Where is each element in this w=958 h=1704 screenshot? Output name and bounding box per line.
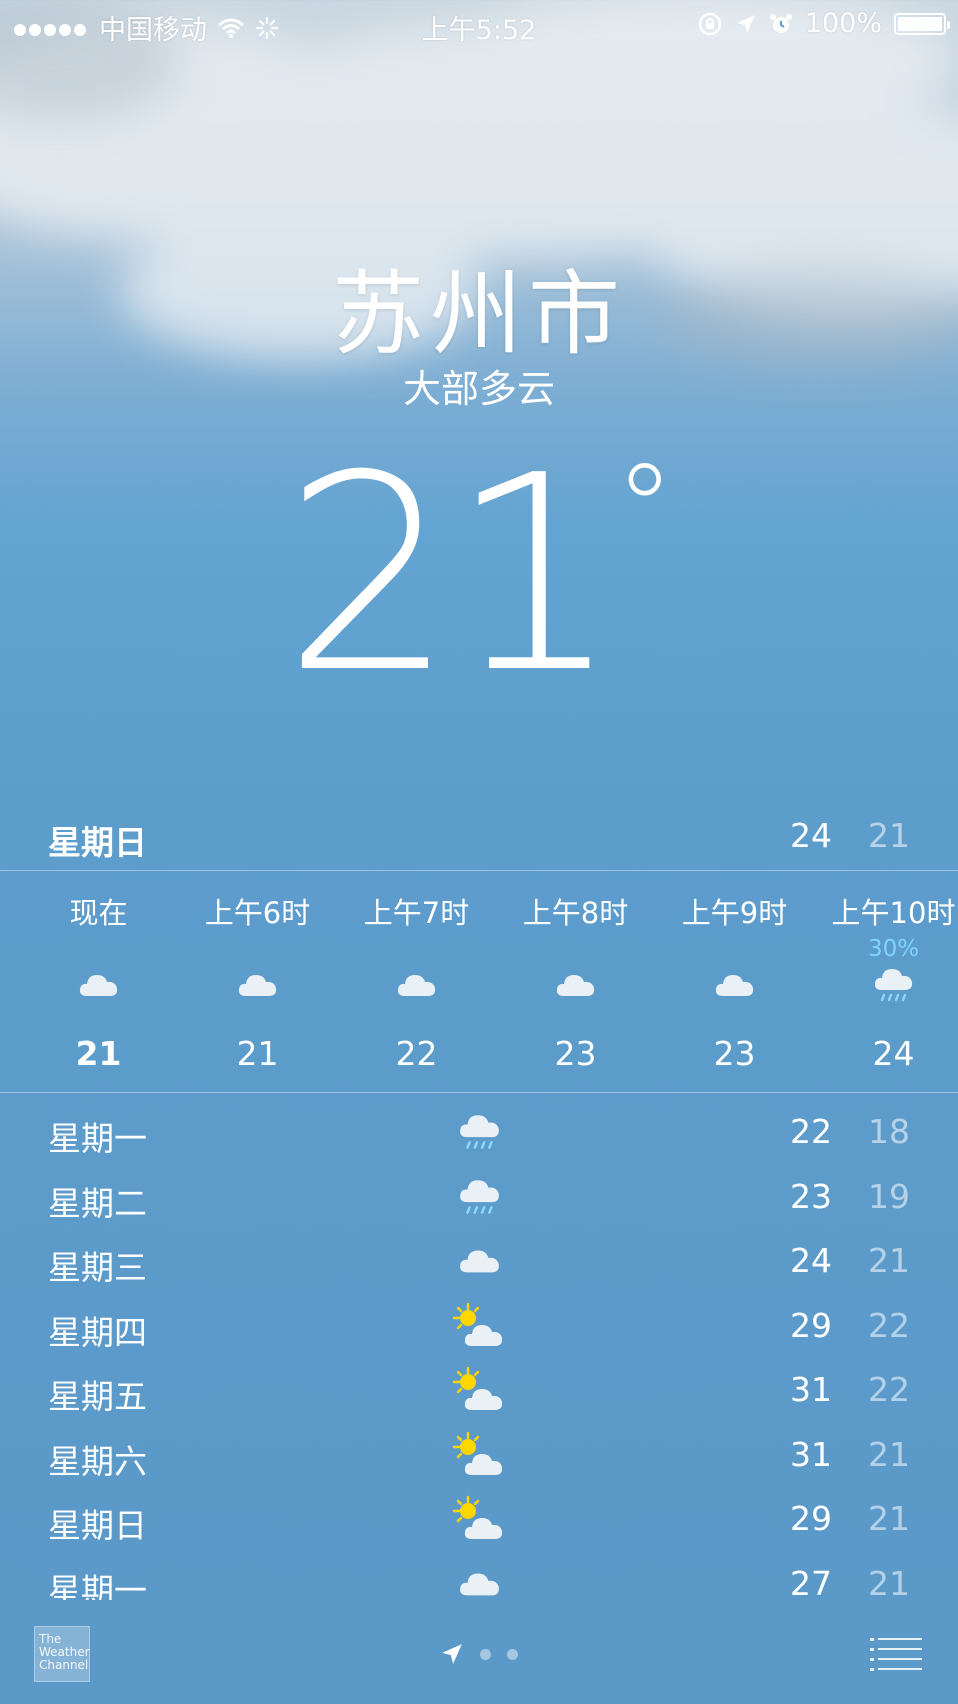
daily-forecast[interactable]: 星期一 22 18 星期二 23 19 星期三 24 21 星期四 29 22 星期五 31 22 星期六 31… (0, 1100, 958, 1600)
cloud-icon (711, 962, 759, 1010)
hourly-temp: 23 (554, 1034, 597, 1073)
precip-chance: 30% (867, 936, 920, 962)
hourly-temp: 23 (713, 1034, 756, 1073)
status-bar: 中国移动 上午5:52 100% (0, 0, 958, 48)
today-day: 星期日 (48, 823, 147, 862)
daily-row: 星期一 27 21 (0, 1552, 958, 1601)
daily-row: 星期五 31 22 (0, 1358, 958, 1420)
cloud-icon (450, 1560, 510, 1601)
daily-row: 星期日 29 21 (0, 1487, 958, 1549)
hourly-time: 上午9时 (681, 896, 788, 930)
hourly-temp: 21 (75, 1034, 122, 1073)
daily-low: 21 (868, 1563, 910, 1601)
battery-percent: 100% (804, 8, 882, 39)
daily-day: 星期六 (48, 1441, 147, 1481)
rotation-lock-icon (698, 12, 721, 35)
hourly-time: 现在 (69, 896, 128, 930)
daily-high: 27 (790, 1563, 832, 1601)
location-arrow-icon (442, 1644, 462, 1664)
partly-sunny-icon (450, 1431, 510, 1481)
divider (0, 1092, 958, 1093)
daily-day: 星期四 (48, 1312, 147, 1352)
location-arrow-icon (736, 14, 755, 33)
daily-high: 31 (790, 1434, 832, 1474)
daily-day: 星期一 (48, 1119, 147, 1158)
daily-row: 星期二 23 19 (0, 1165, 958, 1227)
daily-day: 星期三 (48, 1248, 147, 1287)
cloud-icon (75, 962, 123, 1010)
cloud-icon (450, 1237, 510, 1287)
hourly-time: 上午6时 (204, 896, 311, 930)
bottom-toolbar: The Weather Channel (0, 1602, 958, 1704)
daily-low: 21 (868, 1499, 910, 1538)
daily-low: 19 (868, 1176, 910, 1216)
daily-high: 29 (790, 1499, 832, 1538)
page-dot (480, 1648, 491, 1660)
daily-low: 22 (868, 1370, 910, 1409)
daily-day: 星期一 (48, 1570, 147, 1601)
rain-cloud-icon (870, 962, 918, 1010)
daily-high: 31 (790, 1370, 832, 1409)
battery-fill (898, 16, 942, 31)
cloud-icon (234, 962, 282, 1010)
list-icon[interactable] (870, 1636, 922, 1672)
page-indicator[interactable] (0, 1642, 958, 1666)
daily-row: 星期六 31 21 (0, 1423, 958, 1485)
daily-row: 星期一 22 18 (0, 1100, 958, 1162)
partly-sunny-icon (450, 1302, 510, 1352)
today-low: 21 (868, 816, 910, 855)
current-temp-value: 21 (283, 417, 621, 732)
hourly-temp: 24 (872, 1034, 915, 1073)
degree-symbol: ° (614, 440, 675, 579)
current-temperature: 21° (0, 440, 958, 710)
daily-high: 23 (790, 1176, 832, 1216)
daily-row: 星期三 24 21 (0, 1229, 958, 1291)
hourly-temp: 21 (236, 1034, 279, 1073)
hourly-forecast[interactable]: 现在 21 上午6时 21 上午7时 22 上午8时 23 上午9时 23 上午10时 30% 24 (0, 870, 958, 1092)
daily-low: 21 (868, 1434, 910, 1474)
weather-condition: 大部多云 (402, 367, 555, 411)
daily-day: 星期二 (48, 1183, 147, 1223)
hourly-time: 上午7时 (363, 896, 470, 930)
rain-cloud-icon (450, 1173, 510, 1223)
hourly-time: 上午10时 (831, 896, 956, 930)
today-high: 24 (790, 816, 832, 855)
alarm-icon (769, 13, 792, 33)
daily-low: 21 (868, 1241, 910, 1280)
battery-icon (894, 12, 950, 35)
cloud-icon (552, 962, 600, 1010)
daily-high: 29 (790, 1305, 832, 1345)
daily-day: 星期日 (48, 1506, 147, 1545)
daily-high: 24 (790, 1241, 832, 1280)
today-summary: 星期日 24 21 (0, 812, 958, 868)
hourly-time: 上午8时 (522, 896, 629, 930)
page-dot (507, 1648, 518, 1660)
daily-high: 22 (790, 1112, 832, 1151)
partly-sunny-icon (450, 1366, 510, 1416)
hourly-temp: 22 (395, 1034, 438, 1073)
daily-low: 22 (868, 1305, 910, 1345)
rain-cloud-icon (450, 1108, 510, 1158)
cloud-icon (393, 962, 441, 1010)
partly-sunny-icon (450, 1495, 510, 1545)
daily-row: 星期四 29 22 (0, 1294, 958, 1356)
daily-low: 18 (868, 1112, 910, 1151)
city-name: 苏州市 (331, 261, 626, 368)
daily-day: 星期五 (48, 1377, 147, 1416)
